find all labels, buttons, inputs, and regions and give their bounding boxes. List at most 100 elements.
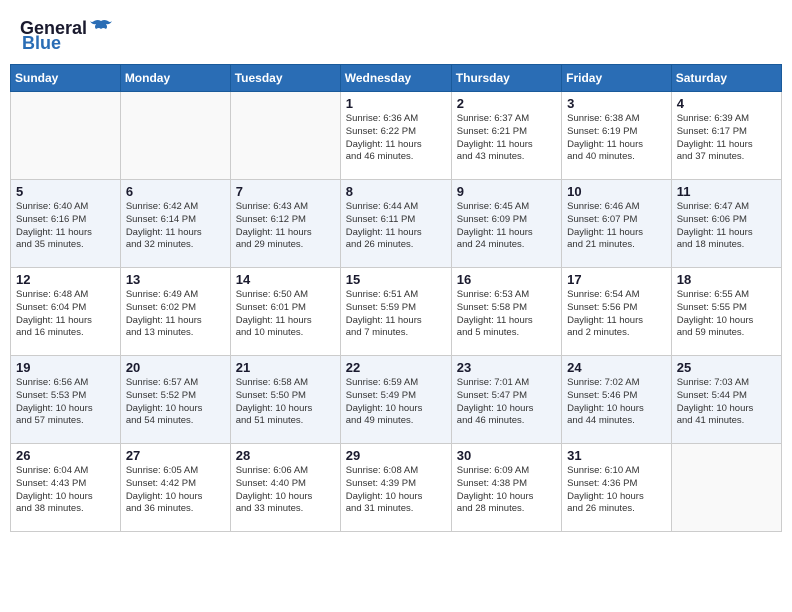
weekday-header-row: SundayMondayTuesdayWednesdayThursdayFrid…: [11, 65, 782, 92]
calendar-cell: 22 Sunrise: 6:59 AM Sunset: 5:49 PM Dayli…: [340, 356, 451, 444]
calendar-cell: 11 Sunrise: 6:47 AM Sunset: 6:06 PM Dayli…: [671, 180, 781, 268]
calendar-cell: 27Sunrise: 6:05 AM Sunset: 4:42 PM Dayli…: [120, 444, 230, 532]
calendar-cell: 16 Sunrise: 6:53 AM Sunset: 5:58 PM Dayli…: [451, 268, 561, 356]
day-number: 26: [16, 448, 115, 463]
calendar-cell: 9 Sunrise: 6:45 AM Sunset: 6:09 PM Daylig…: [451, 180, 561, 268]
day-number: 30: [457, 448, 556, 463]
calendar-cell: 3 Sunrise: 6:38 AM Sunset: 6:19 PM Daylig…: [562, 92, 672, 180]
day-info: Sunrise: 6:58 AM Sunset: 5:50 PM Dayligh…: [236, 377, 335, 428]
day-info: Sunrise: 6:48 AM Sunset: 6:04 PM Dayligh…: [16, 289, 115, 340]
day-info: Sunrise: 6:54 AM Sunset: 5:56 PM Dayligh…: [567, 289, 666, 340]
weekday-header-wednesday: Wednesday: [340, 65, 451, 92]
day-info: Sunrise: 6:53 AM Sunset: 5:58 PM Dayligh…: [457, 289, 556, 340]
calendar-cell: 21 Sunrise: 6:58 AM Sunset: 5:50 PM Dayli…: [230, 356, 340, 444]
day-number: 16: [457, 272, 556, 287]
day-number: 17: [567, 272, 666, 287]
calendar-cell: 4 Sunrise: 6:39 AM Sunset: 6:17 PM Daylig…: [671, 92, 781, 180]
day-number: 24: [567, 360, 666, 375]
day-info: Sunrise: 6:43 AM Sunset: 6:12 PM Dayligh…: [236, 201, 335, 252]
day-info: Sunrise: 6:49 AM Sunset: 6:02 PM Dayligh…: [126, 289, 225, 340]
day-number: 18: [677, 272, 776, 287]
day-number: 31: [567, 448, 666, 463]
day-info: Sunrise: 7:01 AM Sunset: 5:47 PM Dayligh…: [457, 377, 556, 428]
weekday-header-monday: Monday: [120, 65, 230, 92]
day-info: Sunrise: 6:42 AM Sunset: 6:14 PM Dayligh…: [126, 201, 225, 252]
day-number: 21: [236, 360, 335, 375]
day-info: Sunrise: 7:03 AM Sunset: 5:44 PM Dayligh…: [677, 377, 776, 428]
day-info: Sunrise: 6:39 AM Sunset: 6:17 PM Dayligh…: [677, 113, 776, 164]
calendar-cell: 14 Sunrise: 6:50 AM Sunset: 6:01 PM Dayli…: [230, 268, 340, 356]
day-number: 22: [346, 360, 446, 375]
logo-blue-text: Blue: [20, 33, 61, 54]
logo: General Blue: [20, 18, 112, 54]
calendar-cell: [230, 92, 340, 180]
calendar-cell: 25 Sunrise: 7:03 AM Sunset: 5:44 PM Dayli…: [671, 356, 781, 444]
calendar-cell: 17 Sunrise: 6:54 AM Sunset: 5:56 PM Dayli…: [562, 268, 672, 356]
day-number: 25: [677, 360, 776, 375]
day-number: 3: [567, 96, 666, 111]
calendar-cell: 29Sunrise: 6:08 AM Sunset: 4:39 PM Dayli…: [340, 444, 451, 532]
day-number: 8: [346, 184, 446, 199]
calendar-cell: 31 Sunrise: 6:10 AM Sunset: 4:36 PM Dayli…: [562, 444, 672, 532]
calendar-cell: [11, 92, 121, 180]
calendar-week-row: 5Sunrise: 6:40 AM Sunset: 6:16 PM Daylig…: [11, 180, 782, 268]
day-info: Sunrise: 6:36 AM Sunset: 6:22 PM Dayligh…: [346, 113, 446, 164]
day-info: Sunrise: 6:47 AM Sunset: 6:06 PM Dayligh…: [677, 201, 776, 252]
calendar-cell: 24 Sunrise: 7:02 AM Sunset: 5:46 PM Dayli…: [562, 356, 672, 444]
day-number: 29: [346, 448, 446, 463]
day-info: Sunrise: 6:55 AM Sunset: 5:55 PM Dayligh…: [677, 289, 776, 340]
day-info: Sunrise: 6:05 AM Sunset: 4:42 PM Dayligh…: [126, 465, 225, 516]
day-number: 12: [16, 272, 115, 287]
day-info: Sunrise: 6:59 AM Sunset: 5:49 PM Dayligh…: [346, 377, 446, 428]
day-number: 6: [126, 184, 225, 199]
calendar-cell: 19 Sunrise: 6:56 AM Sunset: 5:53 PM Dayli…: [11, 356, 121, 444]
calendar-table: SundayMondayTuesdayWednesdayThursdayFrid…: [10, 64, 782, 532]
weekday-header-tuesday: Tuesday: [230, 65, 340, 92]
day-info: Sunrise: 6:56 AM Sunset: 5:53 PM Dayligh…: [16, 377, 115, 428]
calendar-cell: 10 Sunrise: 6:46 AM Sunset: 6:07 PM Dayli…: [562, 180, 672, 268]
calendar-cell: 5Sunrise: 6:40 AM Sunset: 6:16 PM Daylig…: [11, 180, 121, 268]
day-info: Sunrise: 6:44 AM Sunset: 6:11 PM Dayligh…: [346, 201, 446, 252]
calendar-cell: 6 Sunrise: 6:42 AM Sunset: 6:14 PM Daylig…: [120, 180, 230, 268]
weekday-header-sunday: Sunday: [11, 65, 121, 92]
day-number: 14: [236, 272, 335, 287]
calendar-cell: 1 Sunrise: 6:36 AM Sunset: 6:22 PM Daylig…: [340, 92, 451, 180]
day-info: Sunrise: 6:46 AM Sunset: 6:07 PM Dayligh…: [567, 201, 666, 252]
calendar-cell: 8 Sunrise: 6:44 AM Sunset: 6:11 PM Daylig…: [340, 180, 451, 268]
day-number: 11: [677, 184, 776, 199]
day-number: 19: [16, 360, 115, 375]
day-number: 1: [346, 96, 446, 111]
calendar-cell: 26Sunrise: 6:04 AM Sunset: 4:43 PM Dayli…: [11, 444, 121, 532]
day-info: Sunrise: 6:38 AM Sunset: 6:19 PM Dayligh…: [567, 113, 666, 164]
day-number: 10: [567, 184, 666, 199]
calendar-cell: 20 Sunrise: 6:57 AM Sunset: 5:52 PM Dayli…: [120, 356, 230, 444]
calendar-week-row: 12 Sunrise: 6:48 AM Sunset: 6:04 PM Dayli…: [11, 268, 782, 356]
weekday-header-saturday: Saturday: [671, 65, 781, 92]
page-header: General Blue: [10, 10, 782, 58]
day-info: Sunrise: 6:37 AM Sunset: 6:21 PM Dayligh…: [457, 113, 556, 164]
day-info: Sunrise: 6:57 AM Sunset: 5:52 PM Dayligh…: [126, 377, 225, 428]
day-number: 15: [346, 272, 446, 287]
day-info: Sunrise: 6:06 AM Sunset: 4:40 PM Dayligh…: [236, 465, 335, 516]
calendar-week-row: 19 Sunrise: 6:56 AM Sunset: 5:53 PM Dayli…: [11, 356, 782, 444]
day-number: 4: [677, 96, 776, 111]
day-info: Sunrise: 6:10 AM Sunset: 4:36 PM Dayligh…: [567, 465, 666, 516]
calendar-cell: [120, 92, 230, 180]
calendar-cell: 2Sunrise: 6:37 AM Sunset: 6:21 PM Daylig…: [451, 92, 561, 180]
calendar-cell: [671, 444, 781, 532]
day-number: 20: [126, 360, 225, 375]
day-info: Sunrise: 6:45 AM Sunset: 6:09 PM Dayligh…: [457, 201, 556, 252]
calendar-cell: 18 Sunrise: 6:55 AM Sunset: 5:55 PM Dayli…: [671, 268, 781, 356]
day-number: 9: [457, 184, 556, 199]
calendar-cell: 13 Sunrise: 6:49 AM Sunset: 6:02 PM Dayli…: [120, 268, 230, 356]
day-info: Sunrise: 6:50 AM Sunset: 6:01 PM Dayligh…: [236, 289, 335, 340]
day-number: 13: [126, 272, 225, 287]
day-number: 7: [236, 184, 335, 199]
day-number: 23: [457, 360, 556, 375]
calendar-cell: 28Sunrise: 6:06 AM Sunset: 4:40 PM Dayli…: [230, 444, 340, 532]
calendar-week-row: 1 Sunrise: 6:36 AM Sunset: 6:22 PM Daylig…: [11, 92, 782, 180]
calendar-cell: 7 Sunrise: 6:43 AM Sunset: 6:12 PM Daylig…: [230, 180, 340, 268]
weekday-header-friday: Friday: [562, 65, 672, 92]
day-info: Sunrise: 7:02 AM Sunset: 5:46 PM Dayligh…: [567, 377, 666, 428]
day-number: 5: [16, 184, 115, 199]
